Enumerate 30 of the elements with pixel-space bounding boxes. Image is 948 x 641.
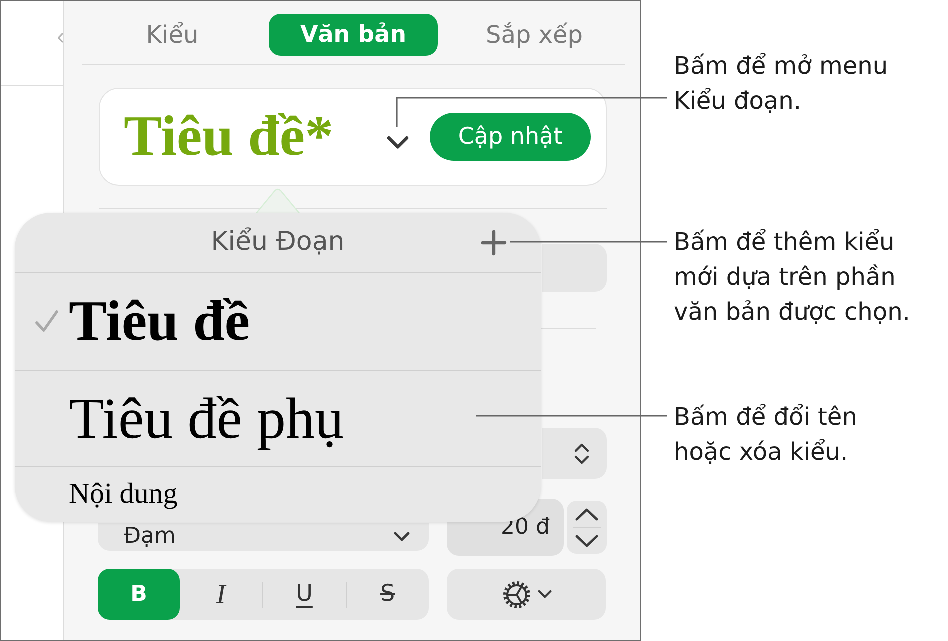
checkmark-icon <box>35 310 59 333</box>
chevron-down-icon <box>575 534 599 548</box>
chevron-down-icon <box>538 590 552 599</box>
format-button[interactable]: S <box>346 569 429 620</box>
up-down-chevron-icon <box>573 442 591 464</box>
menu-item-label: Tiêu đề phụ <box>69 386 344 452</box>
menu-title: Kiểu Đoạn <box>211 226 345 259</box>
callout-text: Bấm để mở menu Kiểu đoạn. <box>674 51 890 117</box>
format-button[interactable]: U <box>263 569 346 620</box>
tab[interactable]: Sắp xếp <box>450 14 619 56</box>
callout-text: Bấm để thêm kiểu mới dựa trên phần văn bản được chọn. <box>674 227 912 328</box>
add-style-button[interactable] <box>481 230 507 256</box>
menu-item[interactable]: Tiêu đề <box>15 273 541 371</box>
popup-field[interactable] <box>542 428 607 479</box>
font-style-dropdown[interactable]: Đạm <box>98 523 429 551</box>
format-button[interactable]: I <box>180 569 262 620</box>
menu-item-label: Nội dung <box>69 476 178 510</box>
callout-text: Bấm để đổi tên hoặc xóa kiểu. <box>674 402 858 468</box>
menu-item-label: Tiêu đề <box>69 290 250 354</box>
chevron-down-icon <box>387 136 409 150</box>
gear-menu-button[interactable] <box>447 569 606 620</box>
paragraph-style-name: Tiêu đề* <box>124 105 334 169</box>
font-style-value: Đạm <box>124 524 176 550</box>
plus-icon <box>481 230 507 256</box>
chevron-up-icon <box>575 508 599 520</box>
gear-icon <box>502 580 532 610</box>
tab[interactable]: Kiểu <box>88 14 257 56</box>
chevron-down-icon <box>394 532 410 542</box>
menu-item[interactable]: Tiêu đề phụ <box>15 371 541 467</box>
control-field[interactable] <box>542 244 607 292</box>
